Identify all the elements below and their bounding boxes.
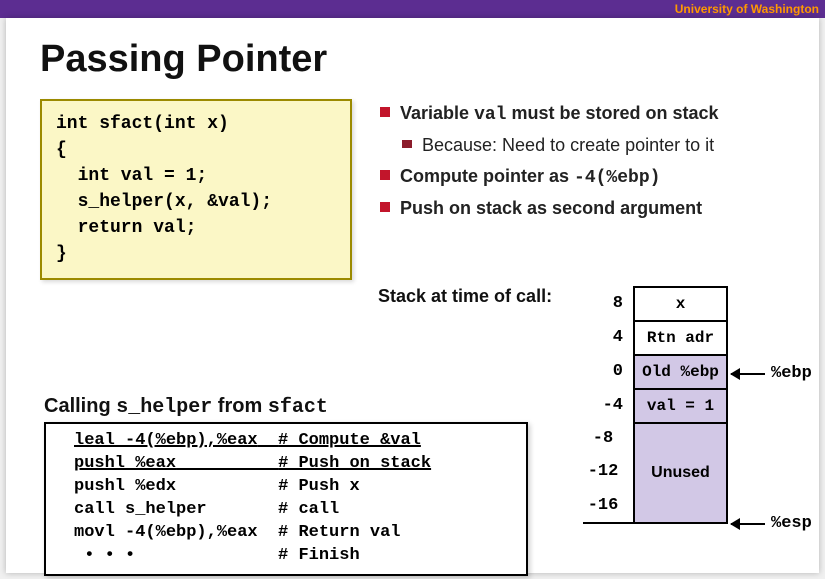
esp-label: %esp — [771, 514, 812, 533]
stack-row-unused: -8 -12 -16 Unused — [583, 422, 728, 522]
stack-cell: val = 1 — [633, 388, 728, 422]
bullet-icon — [380, 170, 390, 180]
stack-offset: 0 — [583, 354, 633, 388]
stack-caption: Stack at time of call: — [378, 286, 552, 306]
assembly-subtitle: Calling s_helper from sfact — [44, 395, 328, 419]
stack-offset: 4 — [583, 320, 633, 354]
arrow-left-icon — [731, 373, 765, 375]
upper-row: int sfact(int x) { int val = 1; s_helper… — [40, 99, 785, 280]
esp-pointer: %esp — [731, 514, 812, 533]
bullet-icon — [402, 140, 412, 148]
ebp-pointer: %ebp — [731, 364, 812, 383]
bullet-icon — [380, 107, 390, 117]
bullet-list: Variable val must be stored on stack Bec… — [380, 99, 785, 226]
stack-area: Stack at time of call: 8 x 4 Rtn adr 0 O… — [378, 286, 778, 307]
ebp-label: %ebp — [771, 364, 812, 383]
bullet-1: Variable val must be stored on stack — [380, 101, 785, 127]
stack-row: -4 val = 1 — [583, 388, 728, 422]
stack-row: 0 Old %ebp — [583, 354, 728, 388]
stack-cell: Old %ebp — [633, 354, 728, 388]
arrow-left-icon — [731, 523, 765, 525]
bullet-icon — [380, 202, 390, 212]
bullet-2: Compute pointer as -4(%ebp) — [380, 164, 785, 190]
page-title: Passing Pointer — [40, 38, 785, 81]
bullet-1a: Because: Need to create pointer to it — [380, 133, 785, 157]
stack-cell: Rtn adr — [633, 320, 728, 354]
institution-label: University of Washington — [675, 2, 819, 16]
bullet-1a-text: Because: Need to create pointer to it — [422, 133, 714, 157]
slide-body: Passing Pointer int sfact(int x) { int v… — [6, 18, 819, 573]
stack-cell: x — [633, 286, 728, 320]
assembly-code-box: leal -4(%ebp),%eax # Compute &val pushl … — [44, 422, 528, 576]
stack-table: 8 x 4 Rtn adr 0 Old %ebp -4 val = 1 -8 -… — [583, 286, 728, 524]
stack-row: 8 x — [583, 286, 728, 320]
bullet-3-text: Push on stack as second argument — [400, 196, 702, 220]
stack-offset-group: -8 -12 -16 — [583, 422, 633, 522]
header-bar: University of Washington — [0, 0, 825, 18]
stack-row: 4 Rtn adr — [583, 320, 728, 354]
stack-offset: -4 — [583, 388, 633, 422]
bullet-2-text: Compute pointer as -4(%ebp) — [400, 164, 660, 190]
bullet-1-text: Variable val must be stored on stack — [400, 101, 719, 127]
bullet-3: Push on stack as second argument — [380, 196, 785, 220]
stack-cell-unused: Unused — [633, 422, 728, 522]
source-code-box: int sfact(int x) { int val = 1; s_helper… — [40, 99, 352, 280]
stack-offset: 8 — [583, 286, 633, 320]
